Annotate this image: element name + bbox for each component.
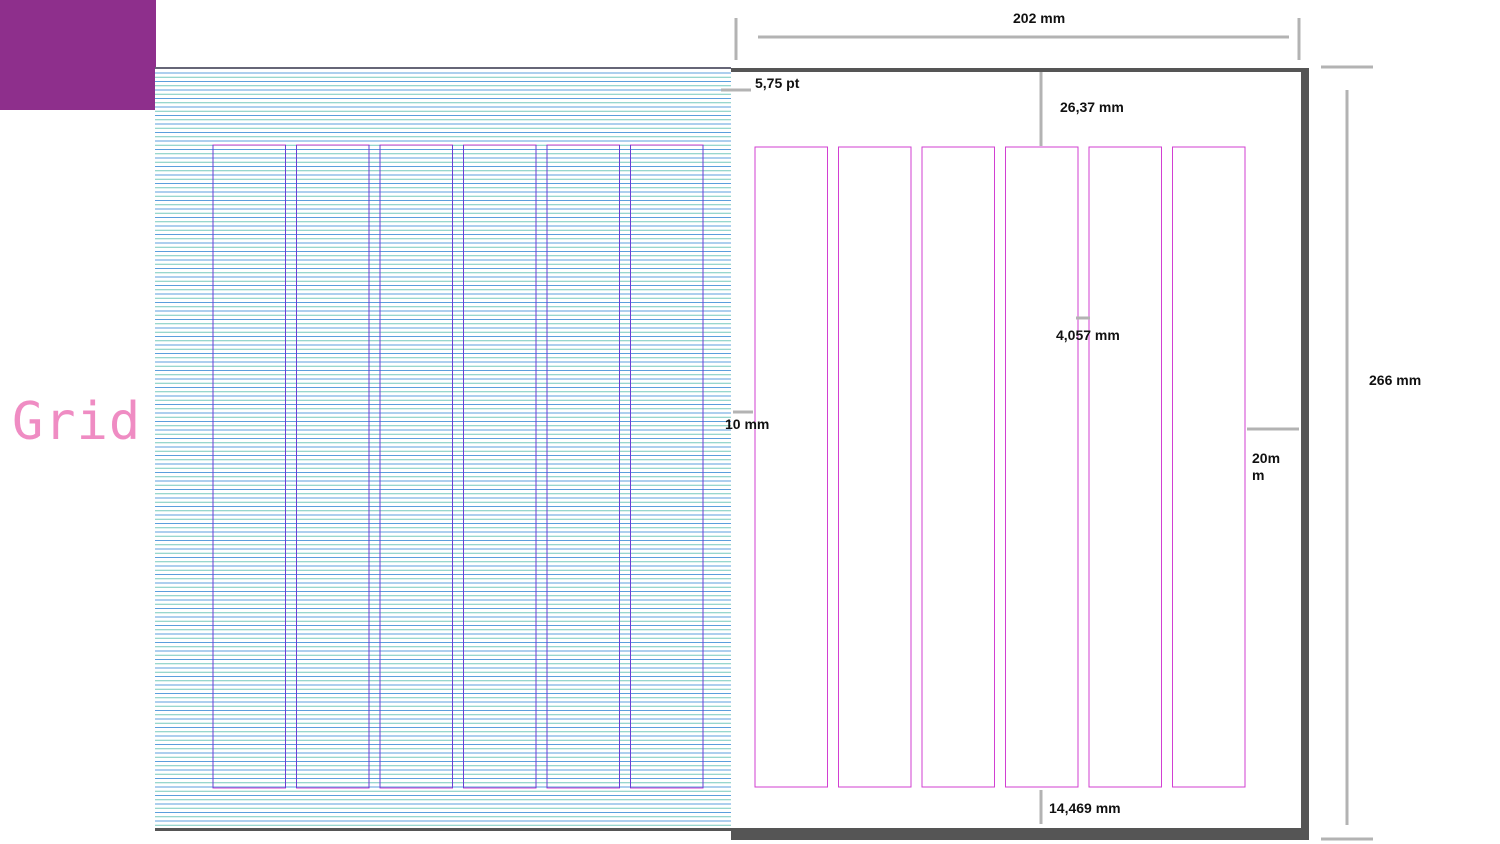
- column-guide: [379, 144, 453, 789]
- bottom-margin-label: 14,469 mm: [1049, 800, 1121, 816]
- right-page: [731, 72, 1301, 828]
- page-height-label: 266 mm: [1369, 372, 1422, 388]
- column-guide: [546, 144, 620, 789]
- page-width-label: 202 mm: [1013, 10, 1066, 26]
- column-guide: [296, 144, 370, 789]
- baseline-label: 5,75 pt: [755, 75, 800, 91]
- top-margin-label: 26,37 mm: [1060, 99, 1124, 115]
- outer-margin-label: 20m m: [1252, 450, 1281, 483]
- column-guide: [463, 144, 537, 789]
- gutter-label: 4,057 mm: [1056, 327, 1120, 343]
- inner-margin-label: 10 mm: [725, 416, 770, 432]
- column-guide: [212, 144, 286, 789]
- column-guide: [630, 144, 704, 789]
